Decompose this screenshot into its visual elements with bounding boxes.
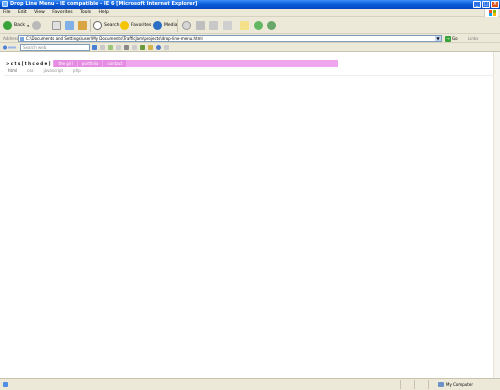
nav-tab-portfolio[interactable]: portfolio <box>77 60 103 67</box>
standard-toolbar: Back ▼ Search Favorites Media <box>0 17 500 34</box>
search-go-icon[interactable] <box>92 45 97 50</box>
discuss-button[interactable] <box>240 20 249 31</box>
research-button[interactable] <box>267 20 276 31</box>
stop-icon <box>52 21 61 30</box>
mail-icon <box>196 21 205 30</box>
window-titlebar[interactable]: Drop Line Menu - IE compatible - IE 6 [M… <box>0 0 500 9</box>
address-value: C:\Documents and Settings\user\My Docume… <box>26 36 203 41</box>
options-icon[interactable] <box>116 45 121 50</box>
back-label: Back <box>14 23 25 28</box>
menu-favorites[interactable]: Favorites <box>52 10 72 15</box>
highlight-icon[interactable] <box>108 45 113 50</box>
search-input[interactable]: Search web <box>20 44 90 51</box>
chevron-down-icon[interactable]: ▼ <box>435 36 441 41</box>
print-icon <box>209 21 218 30</box>
links-button[interactable]: Links <box>468 36 478 41</box>
divider <box>4 75 493 76</box>
security-zone: My Computer <box>438 382 473 387</box>
history-icon <box>182 21 191 30</box>
help-icon[interactable] <box>156 45 161 50</box>
go-arrow-icon: → <box>445 35 451 42</box>
print-button[interactable] <box>209 20 218 31</box>
site-brand: > c t s [ t h c o d e ] <box>4 60 54 67</box>
ie-icon <box>2 1 8 7</box>
search-icon <box>93 21 102 30</box>
windows-logo-icon <box>484 9 498 17</box>
sub-item-php[interactable]: php <box>73 68 81 73</box>
edit-button[interactable] <box>223 20 232 31</box>
back-arrow-icon <box>3 21 12 30</box>
refresh-button[interactable] <box>65 20 74 31</box>
dropdown-icon[interactable] <box>100 45 105 50</box>
page-icon <box>20 37 24 41</box>
page-content: > c t s [ t h c o d e ] the girl portfol… <box>0 52 500 378</box>
home-icon <box>78 21 87 30</box>
refresh-icon <box>65 21 74 30</box>
checkmark-icon[interactable] <box>140 45 145 50</box>
search-label: Search <box>104 23 120 28</box>
history-button[interactable] <box>182 20 191 31</box>
window-title: Drop Line Menu - IE compatible - IE 6 [M… <box>10 1 198 7</box>
forward-button[interactable] <box>32 20 41 31</box>
menu-view[interactable]: View <box>34 10 45 15</box>
edit-icon <box>223 21 232 30</box>
sub-item-html[interactable]: html <box>8 68 17 73</box>
forward-arrow-icon <box>32 21 41 30</box>
media-label: Media <box>164 23 178 28</box>
sub-menu: html css javascript php <box>8 68 81 73</box>
search-toolbar: Search web <box>0 43 500 52</box>
nav-bar: the girl portfolio contact <box>53 60 339 67</box>
address-label: Address <box>3 36 19 41</box>
sub-item-javascript[interactable]: javascript <box>44 68 64 73</box>
nav-tab-the-girl[interactable]: the girl <box>54 60 77 67</box>
discuss-icon <box>240 21 249 30</box>
mail-button[interactable] <box>196 20 205 31</box>
go-label: Go <box>452 36 458 41</box>
nav-tab-contact[interactable]: contact <box>103 60 127 67</box>
stop-button[interactable] <box>52 20 61 31</box>
address-field[interactable]: C:\Documents and Settings\user\My Docume… <box>18 35 442 42</box>
star-icon <box>120 21 129 30</box>
favorites-label: Favorites <box>131 23 152 28</box>
menu-bar: File Edit View Favorites Tools Help <box>0 9 500 17</box>
address-bar: Address C:\Documents and Settings\user\M… <box>0 34 500 43</box>
menu-file[interactable]: File <box>3 10 11 15</box>
zone-label: My Computer <box>446 382 473 387</box>
research-icon <box>267 21 276 30</box>
messenger-button[interactable] <box>254 20 263 31</box>
go-button[interactable]: → Go <box>445 35 465 42</box>
page-status-icon <box>3 382 8 387</box>
mail-icon[interactable] <box>124 45 129 50</box>
computer-icon <box>438 382 444 387</box>
sub-item-css[interactable]: css <box>27 68 33 73</box>
dropdown-icon[interactable] <box>164 45 169 50</box>
search-button[interactable]: Search <box>93 20 119 31</box>
menu-edit[interactable]: Edit <box>18 10 27 15</box>
back-button[interactable]: Back ▼ <box>3 20 29 31</box>
home-button[interactable] <box>78 20 87 31</box>
menu-help[interactable]: Help <box>99 10 109 15</box>
close-button[interactable]: × <box>491 1 499 8</box>
media-icon <box>153 21 162 30</box>
maximize-button[interactable]: □ <box>482 1 490 8</box>
vertical-scrollbar[interactable] <box>493 52 500 378</box>
dropline-menu: > c t s [ t h c o d e ] the girl portfol… <box>4 60 339 67</box>
dropdown-icon[interactable] <box>132 45 137 50</box>
toolbar-logo-icon <box>3 45 16 50</box>
minimize-button[interactable]: _ <box>473 1 481 8</box>
favorites-button[interactable]: Favorites <box>120 20 151 31</box>
messenger-icon <box>254 21 263 30</box>
menu-tools[interactable]: Tools <box>80 10 91 15</box>
media-button[interactable]: Media <box>153 20 178 31</box>
chevron-down-icon: ▼ <box>26 23 30 28</box>
status-bar: My Computer <box>0 378 500 390</box>
shield-icon[interactable] <box>148 45 153 50</box>
